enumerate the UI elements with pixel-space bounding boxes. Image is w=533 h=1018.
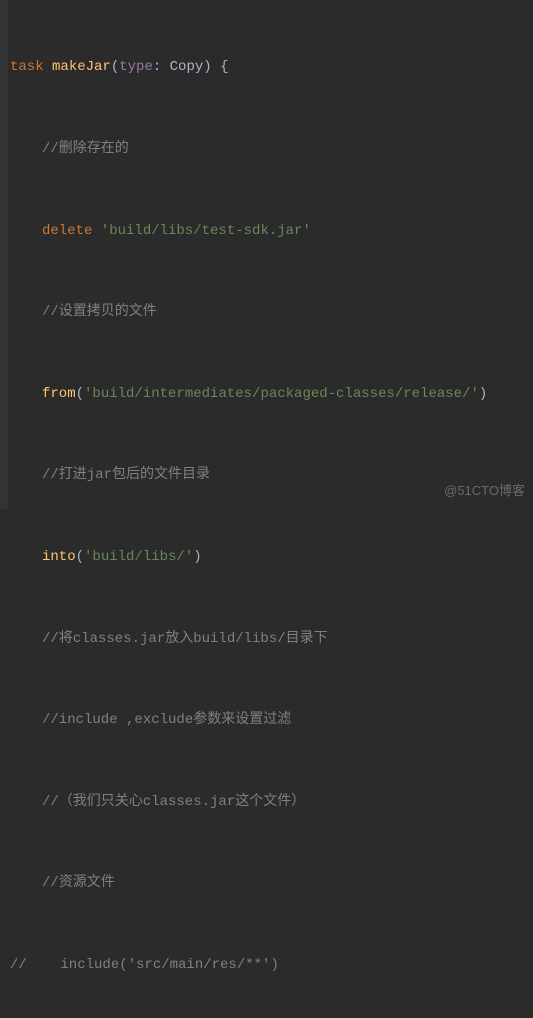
string-literal: 'build/libs/' [84, 544, 193, 571]
string-literal: 'build/intermediates/packaged-classes/re… [84, 381, 479, 408]
comment: //资源文件 [42, 870, 115, 897]
comment: //删除存在的 [42, 136, 129, 163]
string-literal: 'build/libs/test-sdk.jar' [101, 218, 311, 245]
code-line[interactable]: //设置拷贝的文件 [8, 299, 533, 326]
code-line[interactable]: //include ,exclude参数来设置过滤 [8, 707, 533, 734]
comment: //将classes.jar放入build/libs/目录下 [42, 626, 328, 653]
code-line[interactable]: task makeJar(type: Copy) { [8, 55, 533, 82]
code-line[interactable]: //（我们只关心classes.jar这个文件） [8, 789, 533, 816]
code-line[interactable]: delete 'build/libs/test-sdk.jar' [8, 218, 533, 245]
code-editor[interactable]: task makeJar(type: Copy) { //删除存在的 delet… [0, 0, 533, 1018]
code-line[interactable]: // include('src/main/res/**') [8, 952, 533, 979]
code-line[interactable]: //删除存在的 [8, 136, 533, 163]
watermark: @51CTO博客 [444, 478, 525, 503]
code-line[interactable]: from('build/intermediates/packaged-class… [8, 381, 533, 408]
gutter [0, 0, 8, 509]
code-line[interactable]: //将classes.jar放入build/libs/目录下 [8, 626, 533, 653]
task-name: makeJar [52, 54, 111, 81]
comment: //（我们只关心classes.jar这个文件） [42, 789, 305, 816]
comment: //打进jar包后的文件目录 [42, 462, 210, 489]
comment: //include ,exclude参数来设置过滤 [42, 707, 291, 734]
comment: // include('src/main/res/**') [10, 952, 279, 979]
code-line[interactable]: into('build/libs/') [8, 544, 533, 571]
comment: //设置拷贝的文件 [42, 299, 157, 326]
code-line[interactable]: //资源文件 [8, 871, 533, 898]
keyword-task: task [10, 54, 44, 81]
